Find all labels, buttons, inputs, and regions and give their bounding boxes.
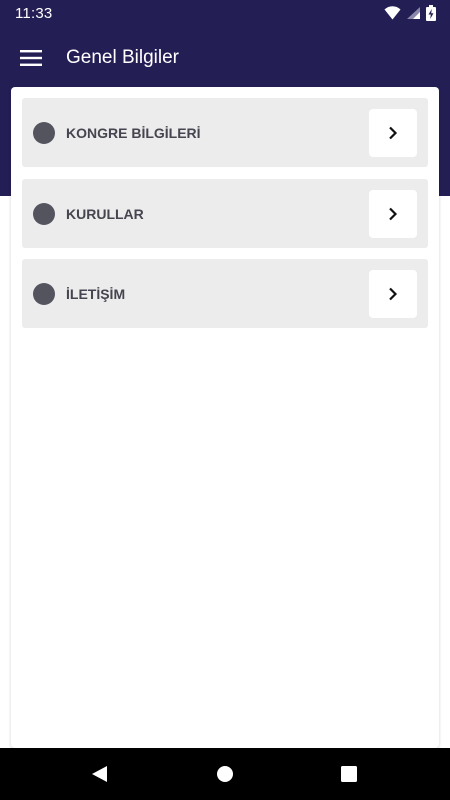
hamburger-menu-icon bbox=[20, 50, 42, 66]
chevron-right-icon bbox=[389, 287, 398, 300]
menu-button[interactable] bbox=[1, 26, 61, 90]
content-card: KONGRE BİLGİLERİ KURULLAR İLETİŞİM bbox=[11, 87, 439, 748]
signal-icon bbox=[407, 7, 420, 19]
status-bar: 11:33 bbox=[0, 0, 450, 26]
chevron-right-icon bbox=[389, 207, 398, 220]
home-button[interactable] bbox=[195, 748, 255, 800]
list-item-iletisim[interactable]: İLETİŞİM bbox=[22, 259, 428, 328]
list-item-kurullar[interactable]: KURULLAR bbox=[22, 179, 428, 248]
list-item-label: KONGRE BİLGİLERİ bbox=[66, 124, 201, 141]
status-time: 11:33 bbox=[15, 4, 53, 22]
recents-icon bbox=[341, 766, 357, 782]
home-icon bbox=[217, 766, 233, 782]
chevron-right-icon bbox=[389, 126, 398, 139]
navigation-bar bbox=[0, 748, 450, 800]
open-button[interactable] bbox=[369, 269, 417, 318]
back-button[interactable] bbox=[69, 748, 129, 800]
list-item-label: KURULLAR bbox=[66, 205, 144, 222]
dot-icon bbox=[33, 282, 55, 305]
status-icons bbox=[384, 5, 436, 21]
dot-icon bbox=[33, 202, 55, 225]
wifi-icon bbox=[384, 6, 401, 20]
open-button[interactable] bbox=[369, 108, 417, 157]
battery-charging-icon bbox=[426, 5, 436, 21]
page-title: Genel Bilgiler bbox=[66, 47, 179, 68]
back-icon bbox=[91, 766, 107, 782]
app-bar: Genel Bilgiler bbox=[0, 26, 450, 90]
list-item-kongre-bilgileri[interactable]: KONGRE BİLGİLERİ bbox=[22, 98, 428, 167]
recents-button[interactable] bbox=[319, 748, 379, 800]
list-item-label: İLETİŞİM bbox=[66, 285, 126, 302]
dot-icon bbox=[33, 121, 55, 144]
open-button[interactable] bbox=[369, 189, 417, 238]
